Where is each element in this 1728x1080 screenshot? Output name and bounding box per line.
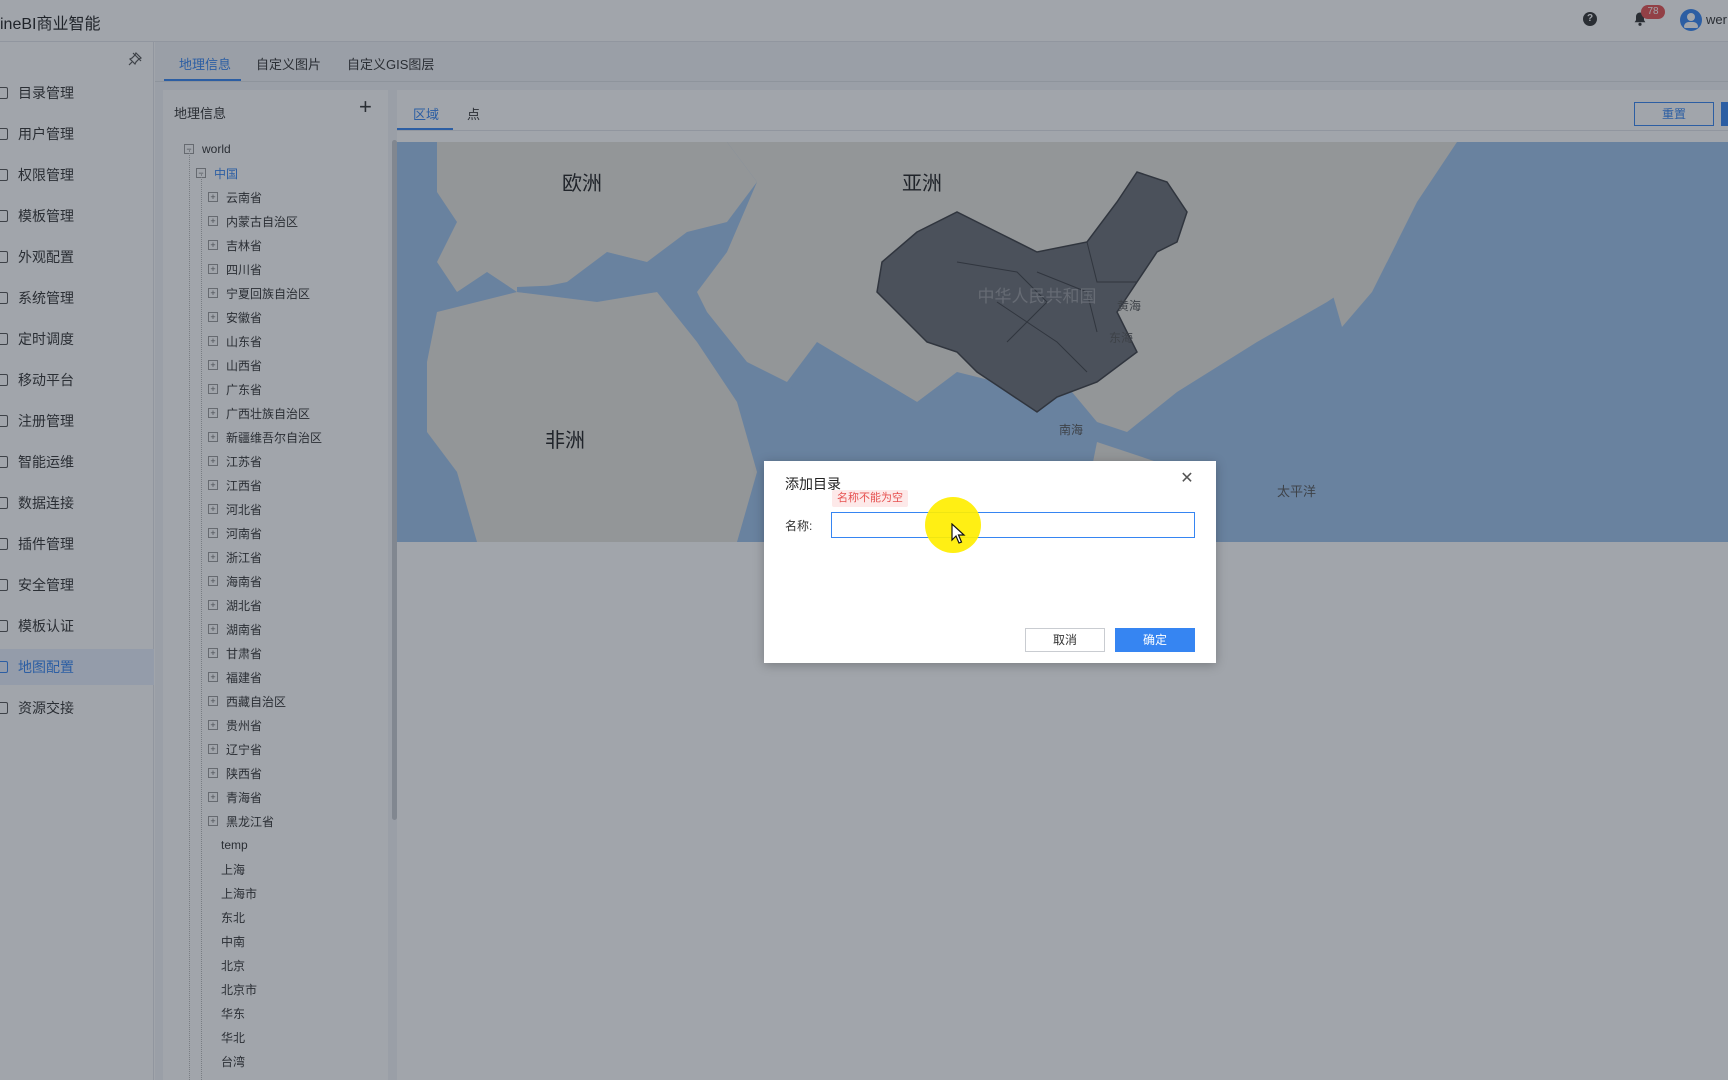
add-directory-dialog: 添加目录 ✕ 名称不能为空 名称: 取消 确定 — [764, 461, 1216, 663]
name-label: 名称: — [785, 519, 813, 533]
validation-error: 名称不能为空 — [832, 490, 908, 507]
cursor-icon — [951, 523, 966, 544]
cancel-button[interactable]: 取消 — [1025, 628, 1105, 652]
close-icon[interactable]: ✕ — [1178, 470, 1196, 488]
confirm-button[interactable]: 确定 — [1115, 628, 1195, 652]
name-input[interactable] — [831, 512, 1195, 538]
